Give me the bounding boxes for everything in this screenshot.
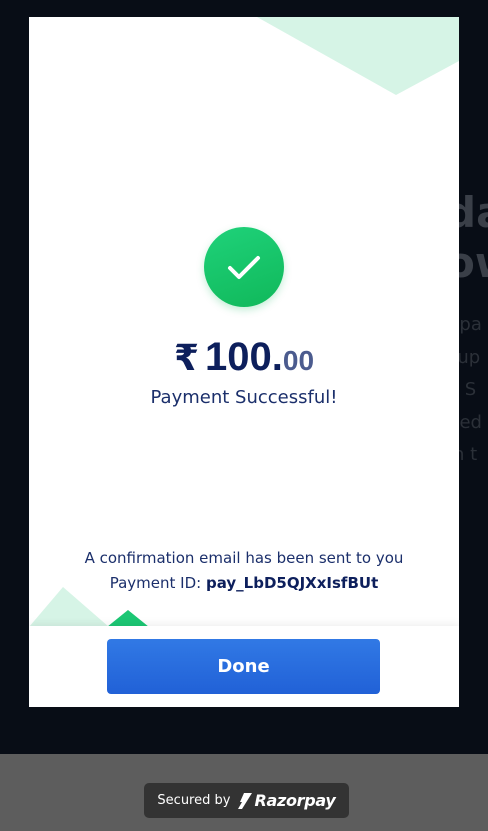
razorpay-logo-icon xyxy=(238,792,253,809)
top-decoration xyxy=(257,17,459,95)
razorpay-wordmark: Razorpay xyxy=(254,791,336,810)
page-root: da ow Spa sup e S . ed in t ₹100.00 Paym xyxy=(0,0,488,831)
secured-by-badge[interactable]: Secured by Razorpay xyxy=(144,783,349,818)
success-checkmark-badge xyxy=(204,227,284,307)
payment-amount: ₹100.00 xyxy=(29,335,459,380)
secured-by-text: Secured by xyxy=(157,793,231,808)
secured-footer-strip: Secured by Razorpay xyxy=(0,754,488,831)
razorpay-brand: Razorpay xyxy=(238,791,336,810)
payment-status-text: Payment Successful! xyxy=(150,387,338,408)
confirmation-message: A confirmation email has been sent to yo… xyxy=(84,549,404,567)
amount-whole: 100 xyxy=(205,335,272,379)
currency-symbol: ₹ xyxy=(173,338,200,379)
checkmark-icon xyxy=(228,256,260,279)
payment-success-modal: ₹100.00 Payment Successful! A confirmati… xyxy=(29,17,459,707)
payment-id-row: Payment ID: pay_LbD5QJXxIsfBUt xyxy=(29,571,459,596)
modal-footer: Done xyxy=(29,626,459,707)
amount-decimal-point: . xyxy=(271,335,283,379)
done-button[interactable]: Done xyxy=(107,639,380,694)
payment-id-value: pay_LbD5QJXxIsfBUt xyxy=(205,574,379,592)
payment-id-label: Payment ID: xyxy=(109,574,202,592)
amount-paise: 00 xyxy=(282,345,315,376)
